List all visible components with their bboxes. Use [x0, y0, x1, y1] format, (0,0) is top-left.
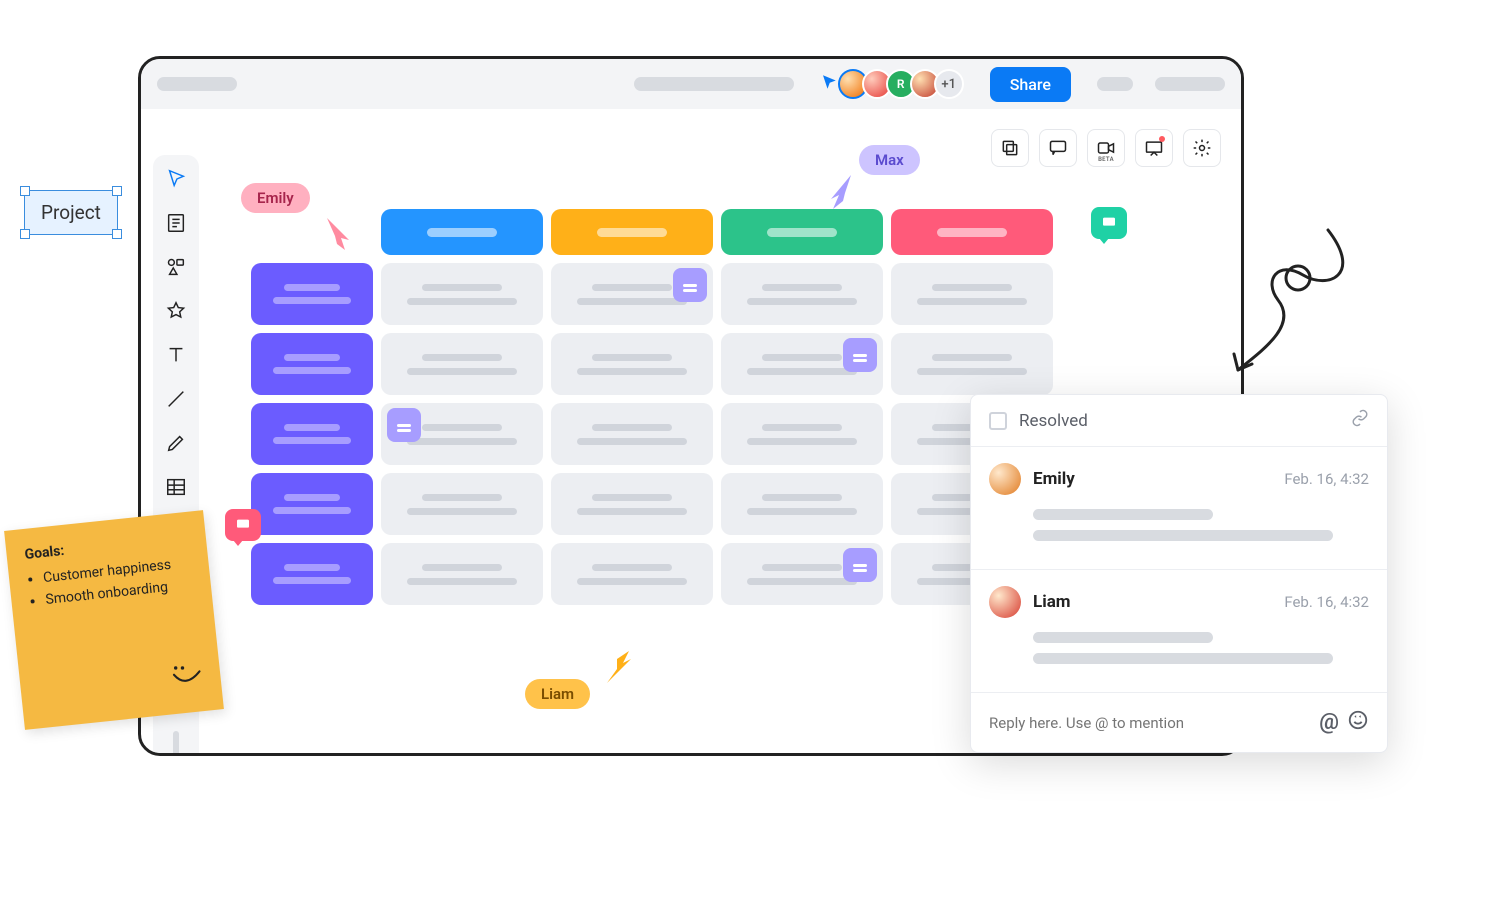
sticky-note[interactable]: Goals: Customer happiness Smooth onboard… [4, 510, 224, 730]
resolved-label: Resolved [1019, 411, 1088, 431]
select-tool-icon[interactable] [162, 165, 190, 193]
presence-cursor-icon [820, 73, 838, 96]
grid-cell[interactable] [891, 333, 1053, 395]
annotation-arrow-icon [1208, 220, 1368, 390]
cursor-arrow-liam [601, 649, 641, 689]
pen-tool-icon[interactable] [162, 429, 190, 457]
beta-badge: BETA [1098, 156, 1114, 163]
grid-cell[interactable] [551, 543, 713, 605]
project-text-element[interactable]: Project [24, 190, 118, 235]
comment-item[interactable]: Emily Feb. 16, 4:32 [971, 447, 1387, 570]
comment-author: Liam [1033, 592, 1071, 612]
grid-cell[interactable] [381, 403, 543, 465]
avatar-emily [989, 463, 1021, 495]
settings-icon[interactable] [1183, 129, 1221, 167]
emoji-icon[interactable] [1347, 709, 1369, 736]
header-bar: R +1 Share [141, 59, 1241, 109]
selection-handle[interactable] [20, 229, 30, 239]
table-tool-icon[interactable] [162, 473, 190, 501]
comment-icon[interactable] [1039, 129, 1077, 167]
cursor-tag-max: Max [859, 145, 920, 175]
comment-timestamp: Feb. 16, 4:32 [1284, 470, 1369, 488]
resolved-checkbox[interactable] [989, 412, 1007, 430]
card-chip-icon[interactable] [387, 408, 421, 442]
reply-input[interactable] [989, 714, 1319, 732]
canvas-area[interactable] [251, 209, 1053, 613]
grid-cell[interactable] [551, 403, 713, 465]
link-icon[interactable] [1351, 409, 1369, 432]
cursor-tag-emily: Emily [241, 183, 310, 213]
sticky-list: Customer happiness Smooth onboarding [26, 552, 194, 614]
selection-handle[interactable] [20, 186, 30, 196]
card-chip-icon[interactable] [843, 548, 877, 582]
comment-body [1033, 632, 1369, 664]
grid-cell[interactable] [381, 263, 543, 325]
presence-stack: R +1 [820, 69, 964, 99]
text-tool-icon[interactable] [162, 341, 190, 369]
grid-cell[interactable] [551, 333, 713, 395]
comment-author: Emily [1033, 469, 1075, 489]
cursor-tag-liam: Liam [525, 679, 590, 709]
grid-cell[interactable] [381, 333, 543, 395]
grid-body [251, 263, 1053, 605]
grid-cell[interactable] [381, 473, 543, 535]
line-tool-icon[interactable] [162, 385, 190, 413]
smile-icon [171, 662, 205, 697]
slides-icon[interactable] [991, 129, 1029, 167]
app-menu-placeholder[interactable] [157, 77, 237, 91]
grid-cell[interactable] [381, 543, 543, 605]
grid-cell[interactable] [721, 333, 883, 395]
column-header-1[interactable] [381, 209, 543, 255]
grid-cell[interactable] [891, 263, 1053, 325]
notification-dot-icon [1159, 136, 1165, 142]
row-header-5[interactable] [251, 543, 373, 605]
secondary-toolbar: BETA [991, 129, 1221, 167]
avatar-more[interactable]: +1 [934, 69, 964, 99]
comment-marker-teal[interactable] [1091, 207, 1127, 239]
template-tool-icon[interactable] [162, 209, 190, 237]
star-tool-icon[interactable] [162, 297, 190, 325]
grid-cell[interactable] [551, 263, 713, 325]
share-button[interactable]: Share [990, 67, 1071, 102]
grid-column-headers [381, 209, 1053, 255]
row-header-2[interactable] [251, 333, 373, 395]
header-extra-b[interactable] [1155, 77, 1225, 91]
comment-marker-pink[interactable] [225, 509, 261, 541]
cursor-arrow-max [823, 171, 863, 211]
document-title-placeholder[interactable] [634, 77, 794, 91]
mention-icon[interactable]: @ [1319, 710, 1339, 735]
presentation-icon[interactable] [1135, 129, 1173, 167]
row-header-3[interactable] [251, 403, 373, 465]
comment-item[interactable]: Liam Feb. 16, 4:32 [971, 570, 1387, 693]
grid-cell[interactable] [721, 543, 883, 605]
shapes-tool-icon[interactable] [162, 253, 190, 281]
video-icon[interactable]: BETA [1087, 129, 1125, 167]
selection-handle[interactable] [112, 229, 122, 239]
project-label: Project [41, 201, 101, 224]
grid-cell[interactable] [721, 263, 883, 325]
column-header-2[interactable] [551, 209, 713, 255]
column-header-3[interactable] [721, 209, 883, 255]
row-header-4[interactable] [251, 473, 373, 535]
column-header-4[interactable] [891, 209, 1053, 255]
row-header-1[interactable] [251, 263, 373, 325]
selection-handle[interactable] [112, 186, 122, 196]
card-chip-icon[interactable] [843, 338, 877, 372]
cursor-arrow-emily [321, 214, 361, 254]
grid-cell[interactable] [551, 473, 713, 535]
grid-cell[interactable] [721, 473, 883, 535]
toolbar-scrollbar[interactable] [173, 731, 179, 756]
comment-reply-row: @ [971, 693, 1387, 752]
comment-body [1033, 509, 1369, 541]
comments-panel: Resolved Emily Feb. 16, 4:32 Liam Feb. 1… [970, 394, 1388, 753]
comments-header: Resolved [971, 395, 1387, 447]
comment-timestamp: Feb. 16, 4:32 [1284, 593, 1369, 611]
grid-cell[interactable] [721, 403, 883, 465]
card-chip-icon[interactable] [673, 268, 707, 302]
header-extra-a[interactable] [1097, 77, 1133, 91]
avatar-liam [989, 586, 1021, 618]
